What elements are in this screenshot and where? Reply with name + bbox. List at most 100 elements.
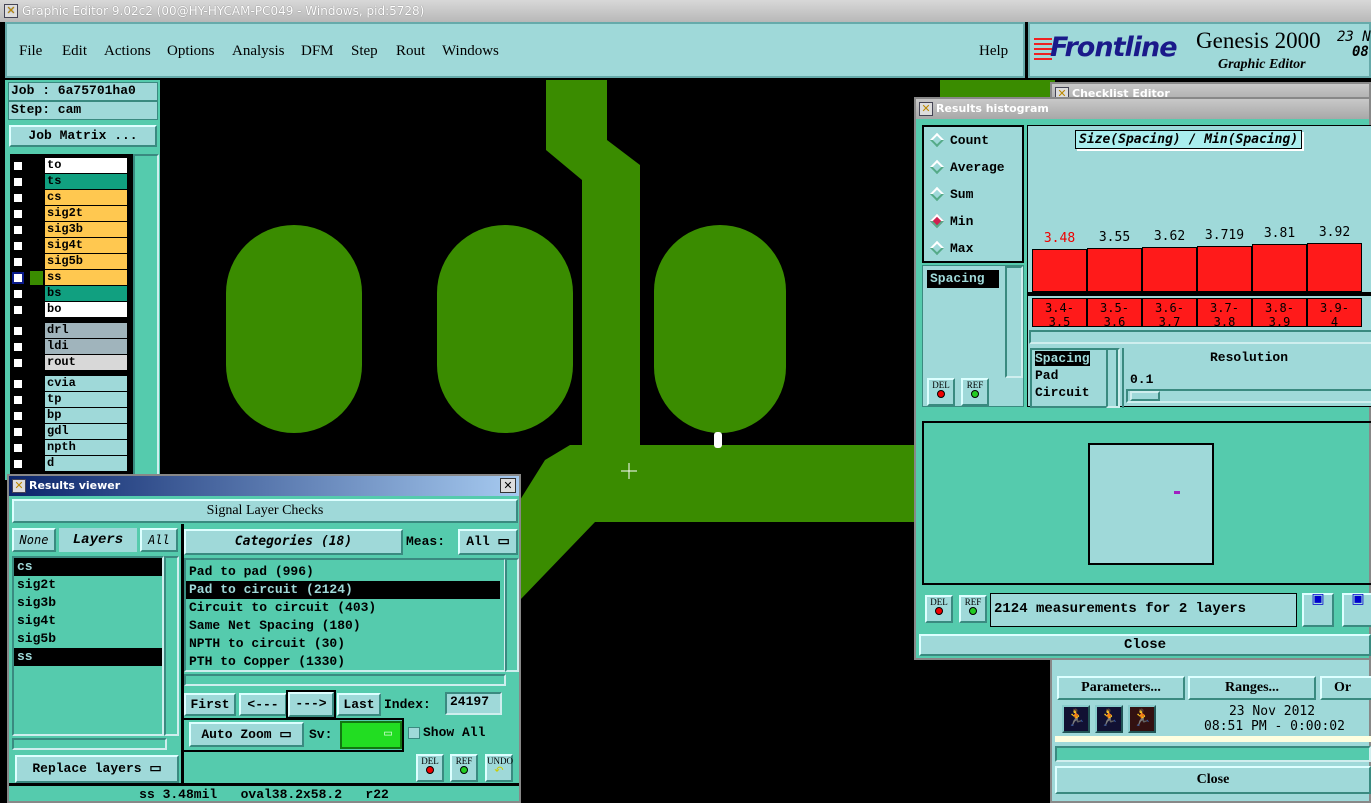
layer-checkbox[interactable] xyxy=(12,378,24,390)
layer-row-npth[interactable]: npth xyxy=(10,440,128,456)
layer-row-bo[interactable]: bo xyxy=(10,302,128,318)
radio-min[interactable]: Min xyxy=(929,213,973,229)
layer-name[interactable]: ts xyxy=(45,174,127,189)
checklist-h-scrollbar[interactable] xyxy=(1055,746,1371,762)
results-layer-item[interactable]: sig2t xyxy=(14,576,162,594)
size-list-scrollbar[interactable] xyxy=(1106,348,1120,408)
layer-row-cvia[interactable]: cvia xyxy=(10,376,128,392)
layer-row-to[interactable]: to xyxy=(10,158,128,174)
layer-name[interactable]: rout xyxy=(45,355,127,370)
parameters-button[interactable]: Parameters... xyxy=(1057,676,1185,700)
replace-layers-dropdown[interactable]: Replace layers ▭ xyxy=(15,755,179,783)
show-all-checkbox[interactable] xyxy=(408,727,420,739)
layer-row-sig2t[interactable]: sig2t xyxy=(10,206,128,222)
next-button[interactable]: ---> xyxy=(286,690,336,719)
layer-name[interactable]: bs xyxy=(45,286,127,301)
previous-button[interactable]: <--- xyxy=(239,693,287,716)
send-to-icon[interactable]: ▣ xyxy=(1302,593,1334,627)
layer-name[interactable]: ldi xyxy=(45,339,127,354)
layer-checkbox[interactable] xyxy=(12,176,24,188)
run-selected-icon[interactable]: 🏃 xyxy=(1095,705,1123,733)
histogram-bar[interactable] xyxy=(1252,244,1307,292)
layer-row-ldi[interactable]: ldi xyxy=(10,339,128,355)
results-layer-item[interactable]: sig4t xyxy=(14,612,162,630)
undo-button[interactable]: UNDO ↶ xyxy=(485,754,513,782)
layer-checkbox[interactable] xyxy=(12,224,24,236)
ref-button[interactable]: REF xyxy=(450,754,478,782)
layer-row-cs[interactable]: cs xyxy=(10,190,128,206)
category-item[interactable]: Pad to pad (996) xyxy=(186,563,500,581)
radio-count[interactable]: Count xyxy=(929,132,989,148)
layer-checkbox[interactable] xyxy=(12,357,24,369)
histogram-bar[interactable] xyxy=(1087,248,1142,292)
last-button[interactable]: Last xyxy=(337,693,381,716)
layer-row-sig3b[interactable]: sig3b xyxy=(10,222,128,238)
first-button[interactable]: First xyxy=(184,693,236,716)
category-item[interactable]: NPTH to circuit (30) xyxy=(186,635,500,653)
layer-checkbox[interactable] xyxy=(12,208,24,220)
layer-name[interactable]: cvia xyxy=(45,376,127,391)
layer-name[interactable]: sig3b xyxy=(45,222,127,237)
results-layer-item[interactable]: sig5b xyxy=(14,630,162,648)
categories-h-scrollbar[interactable] xyxy=(184,674,506,686)
board-overview[interactable] xyxy=(1088,443,1214,565)
radio-sum[interactable]: Sum xyxy=(929,186,973,202)
layer-name[interactable]: sig5b xyxy=(45,254,127,269)
size-item-spacing[interactable]: Spacing xyxy=(1035,351,1090,366)
layer-name[interactable]: bp xyxy=(45,408,127,423)
layer-name[interactable]: cs xyxy=(45,190,127,205)
histogram-bar[interactable] xyxy=(1142,247,1197,292)
layers-list-v-scrollbar[interactable] xyxy=(164,556,179,736)
resolution-slider[interactable] xyxy=(1126,389,1371,403)
layer-row-rout[interactable]: rout xyxy=(10,355,128,371)
field-list-scrollbar[interactable] xyxy=(1005,266,1023,378)
categories-list[interactable]: Pad to pad (996) Pad to circuit (2124) Cir… xyxy=(184,558,506,672)
results-layer-item[interactable]: ss xyxy=(14,648,162,666)
all-button[interactable]: All xyxy=(140,528,178,552)
checklist-close-button[interactable]: Close xyxy=(1055,766,1371,794)
ranges-button[interactable]: Ranges... xyxy=(1188,676,1316,700)
histogram-bar[interactable] xyxy=(1197,246,1252,292)
layer-name[interactable]: ss xyxy=(45,270,127,285)
index-input[interactable]: 24197 xyxy=(445,692,502,715)
layer-name[interactable]: to xyxy=(45,158,127,173)
layer-name[interactable]: sig2t xyxy=(45,206,127,221)
results-layer-item[interactable]: cs xyxy=(14,558,162,576)
resolution-slider-thumb[interactable] xyxy=(1130,391,1160,401)
category-item[interactable]: Circuit to circuit (403) xyxy=(186,599,500,617)
ref-button[interactable]: REF xyxy=(959,595,987,623)
layer-checkbox[interactable] xyxy=(12,341,24,353)
layer-row-sig4t[interactable]: sig4t xyxy=(10,238,128,254)
del-button[interactable]: DEL xyxy=(416,754,444,782)
layer-checkbox[interactable] xyxy=(12,256,24,268)
meas-dropdown[interactable]: All ▭ xyxy=(458,529,518,555)
other-button[interactable]: Or xyxy=(1320,676,1371,700)
field-spacing[interactable]: Spacing xyxy=(927,270,999,288)
layer-row-drl[interactable]: drl xyxy=(10,323,128,339)
close-icon[interactable]: ✕ xyxy=(500,478,516,493)
radio-average[interactable]: Average xyxy=(929,159,1005,175)
category-item[interactable]: Pad to circuit (2124) xyxy=(186,581,500,599)
results-layer-item[interactable]: sig3b xyxy=(14,594,162,612)
del-button[interactable]: DEL xyxy=(925,595,953,623)
layer-name[interactable]: npth xyxy=(45,440,127,455)
check-name-header[interactable]: Signal Layer Checks xyxy=(12,499,518,523)
bar-range-label[interactable]: 3.6- 3.7 xyxy=(1142,298,1197,327)
histogram-close-button[interactable]: Close xyxy=(919,634,1371,656)
layer-checkbox[interactable] xyxy=(12,192,24,204)
layer-name[interactable]: tp xyxy=(45,392,127,407)
size-item-circuit[interactable]: Circuit xyxy=(1032,384,1116,401)
layer-list-scrollbar[interactable] xyxy=(133,154,159,480)
layer-row-sig5b[interactable]: sig5b xyxy=(10,254,128,270)
category-item[interactable]: PTH to Copper (1330) xyxy=(186,653,500,671)
layer-checkbox[interactable] xyxy=(12,410,24,422)
bar-range-label[interactable]: 3.7- 3.8 xyxy=(1197,298,1252,327)
layer-name[interactable]: bo xyxy=(45,302,127,317)
categories-v-scrollbar[interactable] xyxy=(505,558,519,672)
categories-button[interactable]: Categories (18) xyxy=(184,529,403,555)
auto-zoom-dropdown[interactable]: Auto Zoom ▭ xyxy=(189,722,304,747)
ref-button[interactable]: REF xyxy=(961,378,989,406)
size-item-pad[interactable]: Pad xyxy=(1032,367,1116,384)
size-list[interactable]: Spacing Pad Circuit xyxy=(1030,348,1118,408)
layer-row-bs[interactable]: bs xyxy=(10,286,128,302)
